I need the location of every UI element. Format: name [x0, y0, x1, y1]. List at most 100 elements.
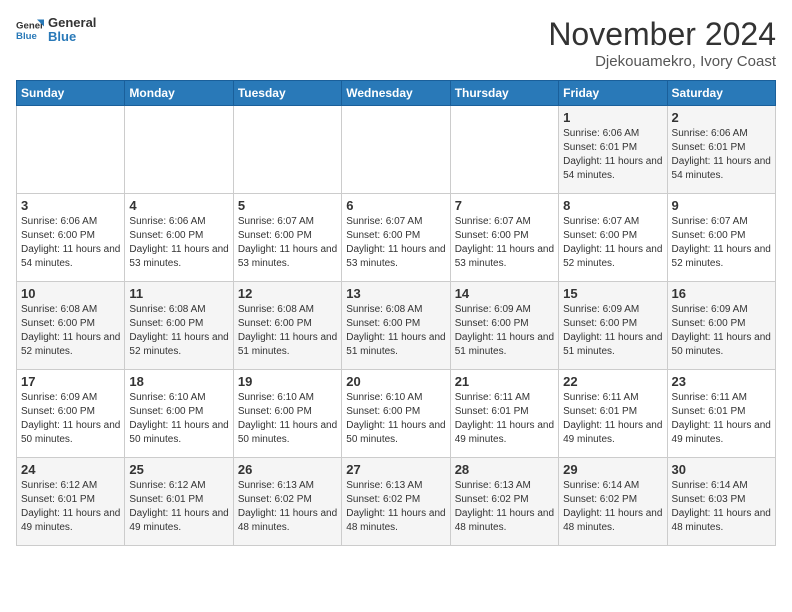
day-number: 9 — [672, 198, 771, 213]
calendar-cell: 22Sunrise: 6:11 AM Sunset: 6:01 PM Dayli… — [559, 370, 667, 458]
calendar-cell — [233, 106, 341, 194]
day-info: Sunrise: 6:07 AM Sunset: 6:00 PM Dayligh… — [455, 215, 554, 271]
day-info: Sunrise: 6:11 AM Sunset: 6:01 PM Dayligh… — [563, 391, 662, 447]
day-number: 25 — [129, 462, 228, 477]
day-info: Sunrise: 6:08 AM Sunset: 6:00 PM Dayligh… — [129, 303, 228, 359]
calendar-cell: 7 Sunrise: 6:07 AM Sunset: 6:00 PM Daylig… — [450, 194, 558, 282]
day-number: 14 — [455, 286, 554, 301]
calendar-cell: 25 Sunrise: 6:12 AM Sunset: 6:01 PM Dayli… — [125, 458, 233, 546]
day-info: Sunrise: 6:13 AM Sunset: 6:02 PM Dayligh… — [346, 479, 445, 535]
calendar-table: SundayMondayTuesdayWednesdayThursdayFrid… — [16, 80, 776, 546]
day-info: Sunrise: 6:14 AM Sunset: 6:03 PM Dayligh… — [672, 479, 771, 535]
month-year: November 2024 — [548, 16, 776, 53]
logo-line2: Blue — [48, 30, 96, 44]
calendar-cell: 9 Sunrise: 6:07 AM Sunset: 6:00 PM Daylig… — [667, 194, 775, 282]
svg-text:Blue: Blue — [16, 31, 37, 42]
calendar-header: SundayMondayTuesdayWednesdayThursdayFrid… — [17, 81, 776, 106]
day-info: Sunrise: 6:10 AM Sunset: 6:00 PM Dayligh… — [129, 391, 228, 447]
day-info: Sunrise: 6:07 AM Sunset: 6:00 PM Dayligh… — [563, 215, 662, 271]
day-number: 16 — [672, 286, 771, 301]
day-info: Sunrise: 6:13 AM Sunset: 6:02 PM Dayligh… — [455, 479, 554, 535]
day-info: Sunrise: 6:11 AM Sunset: 6:01 PM Dayligh… — [455, 391, 554, 447]
calendar-cell: 19Sunrise: 6:10 AM Sunset: 6:00 PM Dayli… — [233, 370, 341, 458]
day-info: Sunrise: 6:07 AM Sunset: 6:00 PM Dayligh… — [346, 215, 445, 271]
day-number: 2 — [672, 110, 771, 125]
calendar-cell: 17Sunrise: 6:09 AM Sunset: 6:00 PM Dayli… — [17, 370, 125, 458]
logo: General Blue General Blue — [16, 16, 96, 45]
calendar-cell: 14 Sunrise: 6:09 AM Sunset: 6:00 PM Dayli… — [450, 282, 558, 370]
day-number: 23 — [672, 374, 771, 389]
calendar-cell: 4 Sunrise: 6:06 AM Sunset: 6:00 PM Daylig… — [125, 194, 233, 282]
logo-line1: General — [48, 16, 96, 30]
day-info: Sunrise: 6:11 AM Sunset: 6:01 PM Dayligh… — [672, 391, 771, 447]
calendar-cell: 1Sunrise: 6:06 AM Sunset: 6:01 PM Daylig… — [559, 106, 667, 194]
calendar-cell: 3Sunrise: 6:06 AM Sunset: 6:00 PM Daylig… — [17, 194, 125, 282]
day-info: Sunrise: 6:06 AM Sunset: 6:00 PM Dayligh… — [129, 215, 228, 271]
day-info: Sunrise: 6:09 AM Sunset: 6:00 PM Dayligh… — [563, 303, 662, 359]
day-number: 21 — [455, 374, 554, 389]
calendar-cell: 16 Sunrise: 6:09 AM Sunset: 6:00 PM Dayli… — [667, 282, 775, 370]
day-number: 5 — [238, 198, 337, 213]
day-info: Sunrise: 6:14 AM Sunset: 6:02 PM Dayligh… — [563, 479, 662, 535]
day-number: 8 — [563, 198, 662, 213]
calendar-cell: 30 Sunrise: 6:14 AM Sunset: 6:03 PM Dayli… — [667, 458, 775, 546]
day-info: Sunrise: 6:10 AM Sunset: 6:00 PM Dayligh… — [346, 391, 445, 447]
day-number: 1 — [563, 110, 662, 125]
day-number: 10 — [21, 286, 120, 301]
calendar-body: 1 Sunrise: 6:06 AM Sunset: 6:01 PM Daylig… — [17, 106, 776, 546]
day-info: Sunrise: 6:07 AM Sunset: 6:00 PM Dayligh… — [672, 215, 771, 271]
day-number: 6 — [346, 198, 445, 213]
day-number: 24 — [21, 462, 120, 477]
calendar-cell: 11Sunrise: 6:08 AM Sunset: 6:00 PM Dayli… — [125, 282, 233, 370]
weekday-header-wednesday: Wednesday — [342, 81, 450, 106]
calendar-cell — [17, 106, 125, 194]
calendar-cell: 12Sunrise: 6:08 AM Sunset: 6:00 PM Dayli… — [233, 282, 341, 370]
weekday-header-monday: Monday — [125, 81, 233, 106]
week-row-3: 10 Sunrise: 6:08 AM Sunset: 6:00 PM Dayli… — [17, 282, 776, 370]
day-info: Sunrise: 6:12 AM Sunset: 6:01 PM Dayligh… — [129, 479, 228, 535]
day-number: 26 — [238, 462, 337, 477]
day-number: 30 — [672, 462, 771, 477]
day-number: 28 — [455, 462, 554, 477]
day-number: 29 — [563, 462, 662, 477]
day-info: Sunrise: 6:10 AM Sunset: 6:00 PM Dayligh… — [238, 391, 337, 447]
weekday-header-tuesday: Tuesday — [233, 81, 341, 106]
weekday-header-thursday: Thursday — [450, 81, 558, 106]
day-number: 20 — [346, 374, 445, 389]
week-row-5: 24 Sunrise: 6:12 AM Sunset: 6:01 PM Dayli… — [17, 458, 776, 546]
day-number: 18 — [129, 374, 228, 389]
weekday-row: SundayMondayTuesdayWednesdayThursdayFrid… — [17, 81, 776, 106]
week-row-4: 17Sunrise: 6:09 AM Sunset: 6:00 PM Dayli… — [17, 370, 776, 458]
day-info: Sunrise: 6:08 AM Sunset: 6:00 PM Dayligh… — [346, 303, 445, 359]
calendar-cell — [342, 106, 450, 194]
page-header: General Blue General Blue November 2024 … — [16, 16, 776, 70]
day-number: 12 — [238, 286, 337, 301]
day-info: Sunrise: 6:13 AM Sunset: 6:02 PM Dayligh… — [238, 479, 337, 535]
day-info: Sunrise: 6:09 AM Sunset: 6:00 PM Dayligh… — [672, 303, 771, 359]
day-number: 3 — [21, 198, 120, 213]
day-number: 7 — [455, 198, 554, 213]
calendar-cell: 8 Sunrise: 6:07 AM Sunset: 6:00 PM Daylig… — [559, 194, 667, 282]
calendar-cell: 15 Sunrise: 6:09 AM Sunset: 6:00 PM Dayli… — [559, 282, 667, 370]
calendar-cell: 28 Sunrise: 6:13 AM Sunset: 6:02 PM Dayli… — [450, 458, 558, 546]
location: Djekouamekro, Ivory Coast — [548, 53, 776, 70]
calendar-cell: 21 Sunrise: 6:11 AM Sunset: 6:01 PM Dayli… — [450, 370, 558, 458]
calendar-cell: 20 Sunrise: 6:10 AM Sunset: 6:00 PM Dayli… — [342, 370, 450, 458]
day-info: Sunrise: 6:09 AM Sunset: 6:00 PM Dayligh… — [455, 303, 554, 359]
calendar-cell: 2 Sunrise: 6:06 AM Sunset: 6:01 PM Daylig… — [667, 106, 775, 194]
week-row-2: 3 Sunrise: 6:06 AM Sunset: 6:00 PM Daylig… — [17, 194, 776, 282]
calendar-cell: 23 Sunrise: 6:11 AM Sunset: 6:01 PM Dayli… — [667, 370, 775, 458]
day-info: Sunrise: 6:06 AM Sunset: 6:01 PM Dayligh… — [672, 127, 771, 183]
calendar-cell: 10Sunrise: 6:08 AM Sunset: 6:00 PM Dayli… — [17, 282, 125, 370]
day-number: 15 — [563, 286, 662, 301]
calendar-cell: 18 Sunrise: 6:10 AM Sunset: 6:00 PM Dayli… — [125, 370, 233, 458]
calendar-cell: 26 Sunrise: 6:13 AM Sunset: 6:02 PM Dayli… — [233, 458, 341, 546]
weekday-header-friday: Friday — [559, 81, 667, 106]
weekday-header-saturday: Saturday — [667, 81, 775, 106]
calendar-cell: 24Sunrise: 6:12 AM Sunset: 6:01 PM Dayli… — [17, 458, 125, 546]
day-info: Sunrise: 6:09 AM Sunset: 6:00 PM Dayligh… — [21, 391, 120, 447]
calendar-cell — [125, 106, 233, 194]
day-number: 4 — [129, 198, 228, 213]
week-row-1: 1 Sunrise: 6:06 AM Sunset: 6:01 PM Daylig… — [17, 106, 776, 194]
day-number: 27 — [346, 462, 445, 477]
